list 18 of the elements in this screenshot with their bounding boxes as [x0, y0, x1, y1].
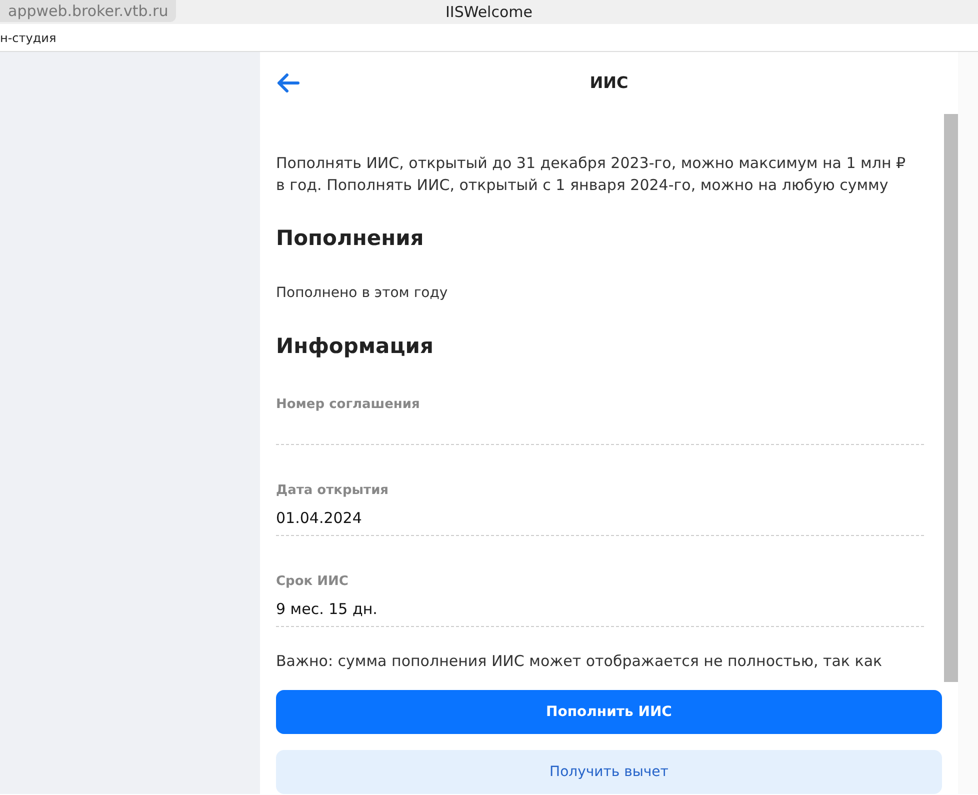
field-label: Дата открытия: [276, 482, 390, 500]
field-label: Номер соглашения: [276, 396, 421, 414]
intro-text: Пополнять ИИС, открытый до 31 декабря 2023-го, можно максимум на 1 млн ₽ в год. Пополнять ИИС, открытый с 1 января 2024-го, можно на любую сумму: [276, 153, 907, 196]
back-icon[interactable]: [276, 73, 300, 93]
section-heading: Информация: [276, 334, 434, 360]
field-value: 01.04.2024: [276, 508, 363, 529]
page-title: ИИС: [590, 73, 628, 92]
bookmark-link[interactable]: н-студия: [0, 31, 56, 45]
note-text: Важно: сумма пополнения ИИС может отображается не полностью, так как: [276, 651, 882, 672]
field-label: Срок ИИС: [276, 573, 350, 592]
row-label: Пополнено в этом году: [276, 284, 449, 304]
scrollbar-thumb[interactable]: [944, 114, 958, 682]
field-value: 9 мес. 15 дн.: [276, 598, 378, 620]
window-title: IISWelcome: [446, 3, 532, 21]
top-up-button[interactable]: Пополнить ИИС: [276, 690, 942, 734]
address-bar[interactable]: appweb.broker.vtb.ru: [0, 0, 176, 22]
section-heading: Пополнения: [276, 226, 425, 252]
deduction-button[interactable]: Получить вычет: [276, 750, 942, 794]
